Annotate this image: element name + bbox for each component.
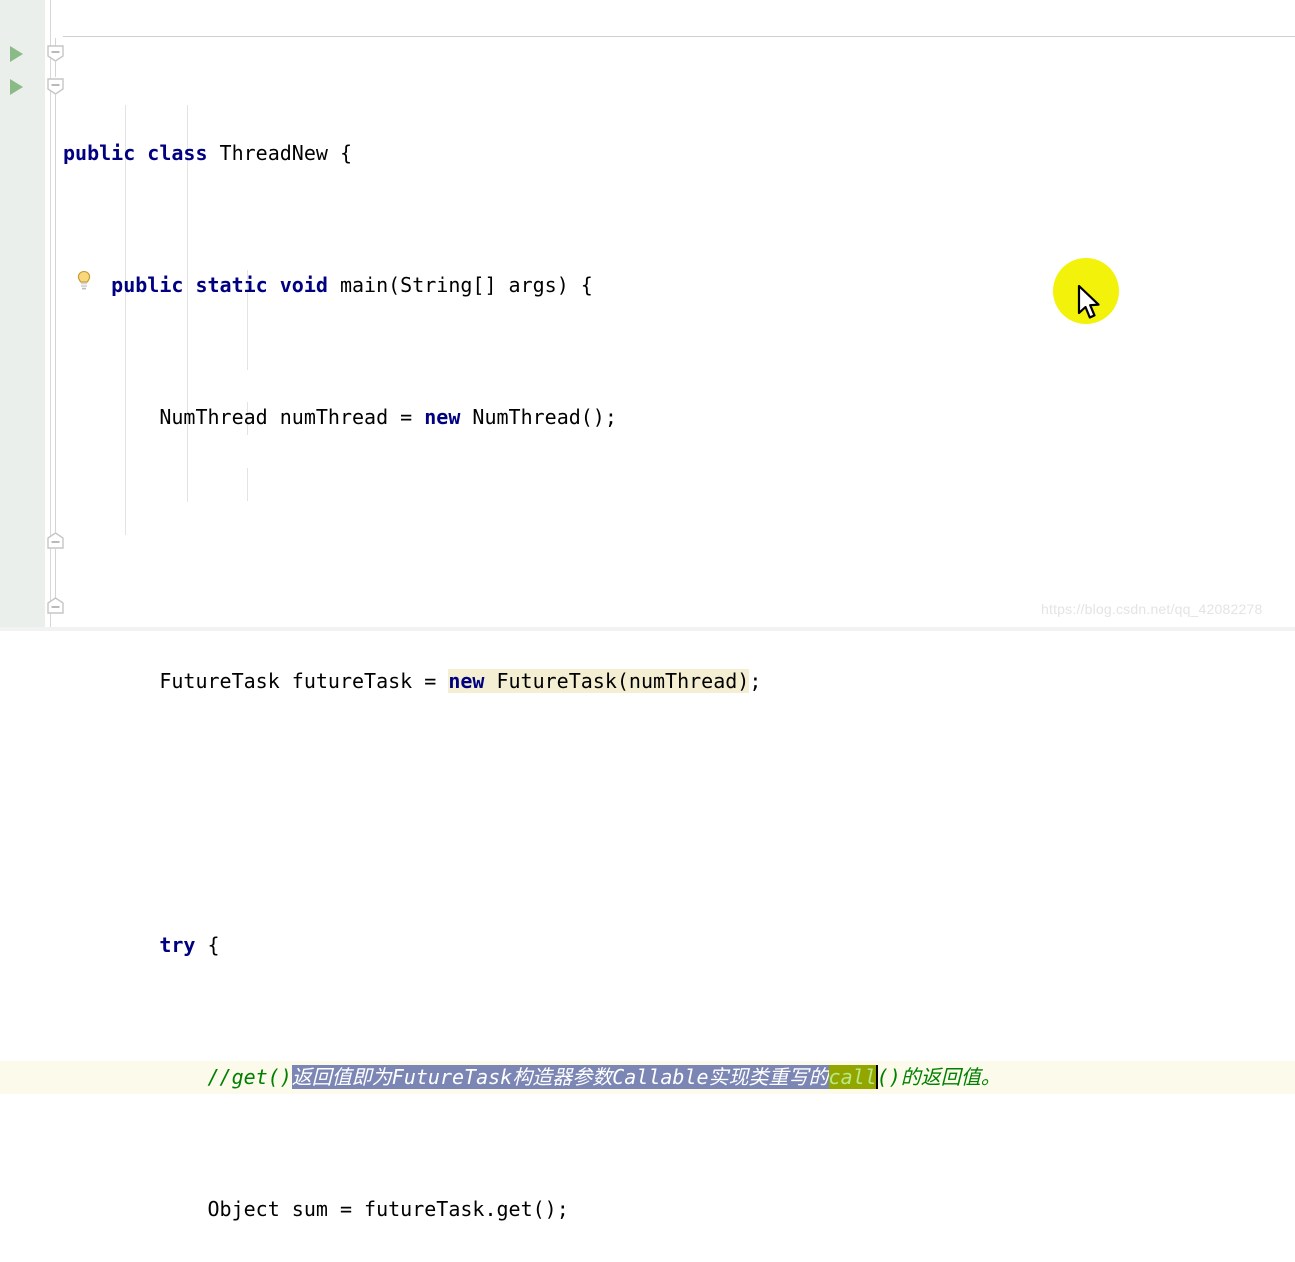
keyword-void: void (279, 273, 328, 297)
keyword-try: try (159, 933, 196, 957)
selected-call-token[interactable]: call (828, 1065, 877, 1089)
bottom-edge-strip (0, 627, 1295, 631)
code-line[interactable]: try { (0, 929, 1295, 962)
code-line[interactable]: FutureTask futureTask = new FutureTask(n… (0, 665, 1295, 698)
keyword-public: public (111, 273, 184, 297)
code-editor[interactable]: public class ThreadNew { public static v… (0, 0, 1295, 1221)
code-line-blank[interactable] (0, 533, 1295, 566)
keyword-static: static (195, 273, 268, 297)
code-line[interactable]: public static void main(String[] args) { (0, 269, 1295, 302)
selected-comment-text[interactable]: 返回值即为FutureTask构造器参数Callable实现类重写的 (291, 1065, 829, 1089)
keyword-new: new (448, 669, 485, 693)
keyword-public: public (63, 141, 136, 165)
comment-tail: ()的返回值。 (876, 1065, 1001, 1089)
code-content[interactable]: public class ThreadNew { public static v… (0, 38, 1295, 1262)
editor-top-rule (63, 36, 1295, 37)
code-line-blank[interactable] (0, 797, 1295, 830)
code-line[interactable]: NumThread numThread = new NumThread(); (0, 401, 1295, 434)
code-line[interactable]: Object sum = futureTask.get(); (0, 1193, 1295, 1226)
keyword-class: class (147, 141, 208, 165)
class-declaration: ThreadNew { (207, 141, 353, 165)
identifier-occurrence-highlight: new FutureTask(numThread) (448, 669, 750, 693)
code-line[interactable]: public class ThreadNew { (0, 137, 1295, 170)
comment-head: //get() (207, 1065, 292, 1089)
code-line-current[interactable]: //get()返回值即为FutureTask构造器参数Callable实现类重写… (0, 1061, 1295, 1094)
main-signature: main(String[] args) { (327, 273, 593, 297)
watermark-url: https://blog.csdn.net/qq_42082278 (1041, 601, 1263, 617)
keyword-new: new (424, 405, 461, 429)
